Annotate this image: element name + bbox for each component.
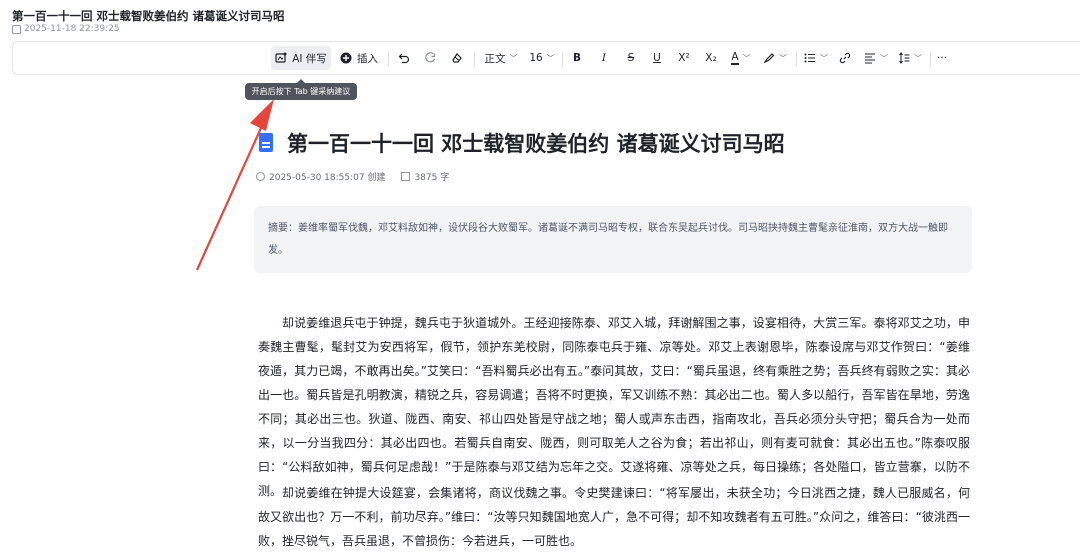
chevron-down-icon: ﹀ xyxy=(779,53,787,63)
editor-toolbar: AI 伴写 插入 正文 ﹀ 16 ﹀ B I S U X² X₂ A ﹀ ﹀ ﹀ xyxy=(12,41,1080,75)
document-icon xyxy=(259,133,273,152)
document-meta: 2025-05-30 18:55:07 创建 3875 字 xyxy=(256,170,449,183)
chevron-down-icon: ﹀ xyxy=(546,53,555,63)
word-count-icon xyxy=(401,172,411,181)
more-icon: ··· xyxy=(936,52,947,64)
chevron-down-icon: ﹀ xyxy=(820,53,828,63)
line-height-button[interactable]: ﹀ xyxy=(895,46,925,70)
ai-write-label: AI 伴写 xyxy=(292,52,327,65)
undo-icon xyxy=(398,53,410,64)
underline-button[interactable]: U xyxy=(647,46,667,70)
plus-circle-icon xyxy=(340,52,352,64)
body-paragraph[interactable]: 却说姜维退兵屯于钟提，魏兵屯于狄道城外。王经迎接陈泰、邓艾入城，拜谢解围之事，设… xyxy=(258,311,970,503)
more-button[interactable]: ··· xyxy=(932,46,952,70)
header-timestamp: 2025-11-18 22:39:25 xyxy=(24,24,120,34)
chevron-down-icon: ﹀ xyxy=(914,53,922,63)
align-left-icon xyxy=(865,53,875,64)
highlight-button[interactable]: ﹀ xyxy=(760,46,790,70)
chevron-down-icon: ﹀ xyxy=(880,53,888,63)
align-button[interactable]: ﹀ xyxy=(861,46,891,70)
line-height-icon xyxy=(899,52,910,64)
link-icon xyxy=(839,52,851,64)
toolbar-divider xyxy=(474,52,475,66)
bullet-list-icon xyxy=(804,53,815,63)
word-count: 3875 字 xyxy=(414,173,450,183)
list-button[interactable]: ﹀ xyxy=(801,46,831,70)
link-button[interactable] xyxy=(835,46,855,70)
redo-button[interactable] xyxy=(420,46,440,70)
ai-write-icon xyxy=(275,52,287,63)
toolbar-divider xyxy=(562,52,563,66)
document-title: 第一百一十一回 邓士载智败姜伯约 诸葛诞义讨司马昭 xyxy=(287,132,785,156)
chevron-down-icon: ﹀ xyxy=(509,53,518,63)
italic-button[interactable]: I xyxy=(594,46,614,70)
toolbar-divider xyxy=(930,52,931,66)
text-style-value: 正文 xyxy=(484,52,506,65)
subscript-button[interactable]: X₂ xyxy=(701,46,721,70)
summary-box: 摘要：姜维率蜀军伐魏，邓艾料敌如神，设伏段谷大败蜀军。诸葛诞不满司马昭专权，联合… xyxy=(254,206,972,273)
chevron-down-icon: ﹀ xyxy=(742,53,751,63)
strikethrough-button[interactable]: S xyxy=(621,46,641,70)
highlighter-icon xyxy=(763,53,775,64)
header-title: 第一百一十一回 邓士载智败姜伯约 诸葛诞义讨司马昭 xyxy=(12,9,285,23)
created-time: 2025-05-30 18:55:07 创建 xyxy=(269,173,386,183)
clock-icon xyxy=(256,172,265,181)
insert-button[interactable]: 插入 xyxy=(336,46,382,70)
eraser-icon xyxy=(452,53,462,63)
undo-button[interactable] xyxy=(394,46,414,70)
font-size-select[interactable]: 16 ﹀ xyxy=(527,46,557,70)
ai-write-button[interactable]: AI 伴写 xyxy=(271,46,331,70)
header-meta: 2025-11-18 22:39:25 xyxy=(12,24,120,34)
text-style-select[interactable]: 正文 ﹀ xyxy=(479,46,523,70)
font-color-icon: A xyxy=(731,51,739,65)
font-size-value: 16 xyxy=(529,52,543,64)
body-paragraph[interactable]: 却说姜维在钟提大设筵宴，会集诸将，商议伐魏之事。令史樊建谏曰：“将军屡出，未获全… xyxy=(258,481,970,553)
clock-icon xyxy=(12,24,21,34)
insert-label: 插入 xyxy=(357,52,378,65)
toolbar-divider xyxy=(796,52,797,66)
ai-write-tooltip: 开启后按下 Tab 键采纳建议 xyxy=(245,79,357,100)
redo-icon xyxy=(425,52,436,63)
superscript-button[interactable]: X² xyxy=(674,46,694,70)
font-color-button[interactable]: A ﹀ xyxy=(726,46,756,70)
clear-format-button[interactable] xyxy=(447,46,467,70)
toolbar-divider xyxy=(388,52,389,66)
bold-button[interactable]: B xyxy=(567,46,587,70)
